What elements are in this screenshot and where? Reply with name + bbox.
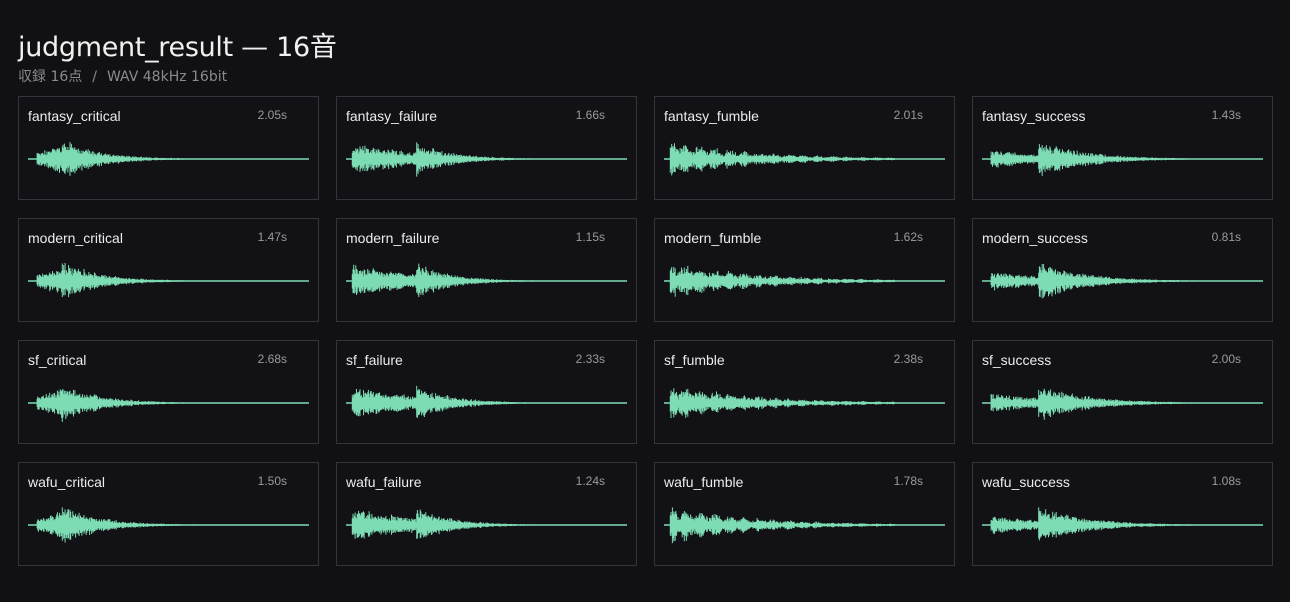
waveform-body [990,263,1194,299]
sound-card[interactable]: fantasy_failure 1.66s [336,96,637,200]
sound-name: sf_success [982,352,1052,368]
waveform-gallery-page: judgment_result — 16音 収録 16点 / WAV 48kHz 1… [0,0,1290,602]
waveform-body [669,507,895,544]
sound-card[interactable]: fantasy_fumble 2.01s [654,96,955,200]
sound-duration: 2.05s [257,108,287,122]
subtitle-format: WAV 48kHz 16bit [106,69,228,85]
sound-name: modern_failure [346,230,440,246]
sound-name: fantasy_success [982,108,1086,124]
sound-duration: 1.24s [575,474,605,488]
waveform-body [990,507,1194,541]
waveform [346,263,627,298]
sound-name: wafu_critical [28,474,106,490]
sound-duration: 2.38s [893,352,923,366]
waveform-body [36,142,211,176]
subtitle-separator: / [92,69,97,85]
waveform [28,389,309,422]
waveform-body [351,385,544,418]
subtitle-count: 収録 16点 [18,69,83,85]
sound-duration: 2.00s [1211,352,1241,366]
waveform [982,388,1263,420]
sound-card[interactable]: modern_fumble 1.62s [654,218,955,322]
waveform [28,142,309,176]
sound-name: wafu_success [982,474,1070,490]
sound-card[interactable]: wafu_fumble 1.78s [654,462,955,566]
waveform [28,507,309,543]
waveform [982,507,1263,541]
waveform-body [669,388,895,419]
page-subtitle: 収録 16点 / WAV 48kHz 16bit [18,68,227,86]
waveform [664,143,945,176]
sound-duration: 1.62s [893,230,923,244]
sound-duration: 2.68s [257,352,287,366]
sound-duration: 2.01s [893,108,923,122]
sound-card[interactable]: fantasy_critical 2.05s [18,96,319,200]
sound-name: fantasy_failure [346,108,438,124]
waveform [982,144,1263,176]
waveform [664,507,945,544]
sound-duration: 1.66s [575,108,605,122]
waveform-body [990,388,1194,420]
sound-duration: 1.47s [257,230,287,244]
sound-card[interactable]: sf_critical 2.68s [18,340,319,444]
sound-name: fantasy_critical [28,108,121,124]
sound-name: modern_fumble [664,230,762,246]
sound-name: fantasy_fumble [664,108,759,124]
waveform [28,262,309,298]
sound-name: wafu_fumble [664,474,744,490]
sound-card[interactable]: modern_failure 1.15s [336,218,637,322]
waveform-body [36,507,211,543]
sound-name: wafu_failure [346,474,422,490]
waveform [346,142,627,177]
sound-card[interactable]: sf_success 2.00s [972,340,1273,444]
sound-duration: 1.50s [257,474,287,488]
sound-name: modern_success [982,230,1088,246]
waveform-body [669,265,895,297]
waveform [664,388,945,419]
sound-duration: 1.08s [1211,474,1241,488]
waveform-body [36,262,211,298]
sound-name: sf_critical [28,352,87,368]
sound-card[interactable]: wafu_failure 1.24s [336,462,637,566]
sound-card[interactable]: wafu_critical 1.50s [18,462,319,566]
waveform [346,509,627,539]
sound-duration: 1.43s [1211,108,1241,122]
sound-duration: 2.33s [575,352,605,366]
sound-duration: 0.81s [1211,230,1241,244]
waveform [664,265,945,297]
sound-duration: 1.15s [575,230,605,244]
sound-duration: 1.78s [893,474,923,488]
sound-name: sf_failure [346,352,403,368]
sound-grid: fantasy_critical 2.05s fantasy_failure 1.66… [18,96,1273,566]
waveform [982,263,1263,299]
waveform-body [669,143,895,176]
waveform [346,385,627,418]
sound-card[interactable]: wafu_success 1.08s [972,462,1273,566]
waveform-body [36,389,211,422]
page-title: judgment_result — 16音 [18,32,337,63]
sound-card[interactable]: sf_fumble 2.38s [654,340,955,444]
sound-card[interactable]: modern_critical 1.47s [18,218,319,322]
sound-name: modern_critical [28,230,123,246]
sound-card[interactable]: sf_failure 2.33s [336,340,637,444]
sound-name: sf_fumble [664,352,725,368]
waveform-body [990,144,1194,176]
waveform-body [351,509,544,539]
sound-card[interactable]: fantasy_success 1.43s [972,96,1273,200]
sound-card[interactable]: modern_success 0.81s [972,218,1273,322]
